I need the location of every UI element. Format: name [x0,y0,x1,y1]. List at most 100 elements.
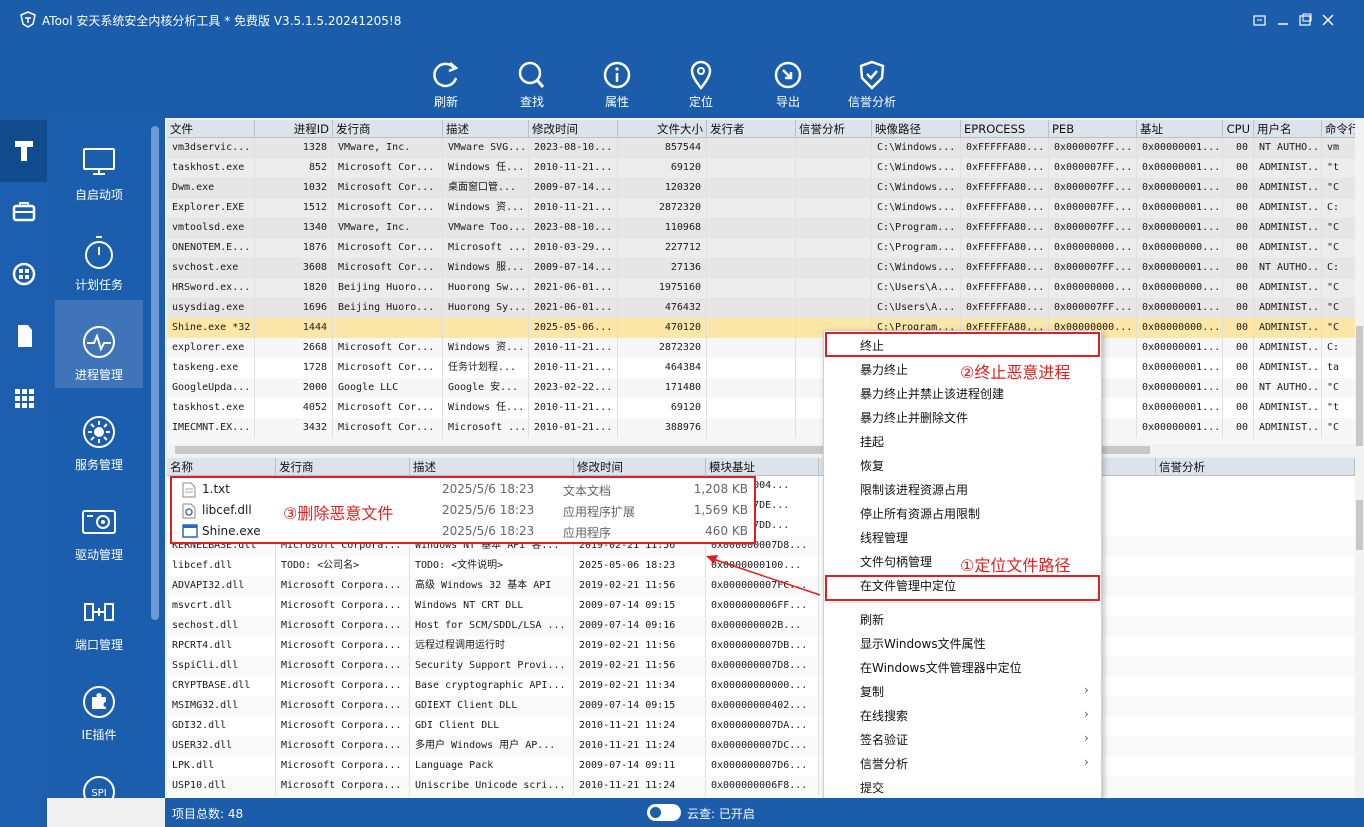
file-explorer-popup[interactable]: 1.txt 2025/5/6 18:23 文本文档 1,208 KB libcef.dl… [170,476,756,544]
document-icon[interactable] [9,322,39,350]
table-row[interactable]: vmtoolsd.exe 1340 VMware, Inc. VMware Too..… [167,218,1355,238]
table-row[interactable]: LPK.dll Microsoft Corpora... Language Pack… [167,756,1355,776]
column-header[interactable]: 名称 [167,458,276,476]
nav-ports[interactable]: 端口管理 [55,574,143,662]
table-row[interactable]: GDI32.dll Microsoft Corpora... GDI Client … [167,716,1355,736]
context-menu-item[interactable]: 线程管理 [860,529,908,546]
reputation-button[interactable]: 信誉分析 [837,60,907,110]
column-header[interactable]: 修改时间 [529,120,618,138]
process-hscroll[interactable] [167,444,1355,456]
column-header[interactable]: 发行商 [333,120,443,138]
vertical-scrollbar[interactable] [1355,120,1364,797]
column-header[interactable]: 进程ID [255,120,333,138]
nav-ie-plugins[interactable]: IE插件 [55,664,143,752]
table-row[interactable]: Dwm.exe 1032 Microsoft Cor... 桌面窗口管... 2009-… [167,178,1355,198]
nav-drivers[interactable]: 驱动管理 [55,484,143,572]
properties-button[interactable]: 属性 [582,60,652,110]
context-menu-item[interactable]: 暴力终止 [860,361,908,378]
file-row[interactable]: 1.txt 2025/5/6 18:23 文本文档 1,208 KB [172,479,754,500]
context-menu-item[interactable]: 在线搜索 [860,707,908,724]
table-row[interactable]: explorer.exe 2668 Microsoft Cor... Windows … [167,338,1355,358]
file-row[interactable]: Shine.exe 2025/5/6 18:23 应用程序 460 KB [172,521,754,542]
table-cell: NT AUTHO... [1254,378,1322,398]
context-menu-item[interactable]: 在Windows文件管理器中定位 [860,659,1022,676]
column-header[interactable]: 映像路径 [872,120,961,138]
table-cell: 0x000000006F8... [706,776,819,796]
column-header[interactable]: 发行商 [276,458,410,476]
context-menu-item[interactable]: 显示Windows文件属性 [860,635,986,652]
table-row[interactable]: CRYPTBASE.dll Microsoft Corpora... Base cr… [167,676,1355,696]
column-header[interactable]: CPU [1223,120,1254,138]
table-row[interactable]: USER32.dll Microsoft Corpora... 多用户 Window… [167,736,1355,756]
column-header[interactable]: 发行者 [707,120,796,138]
nav-services[interactable]: 服务管理 [55,394,143,482]
column-header[interactable]: 描述 [410,458,574,476]
table-row[interactable]: vm3dservic... 1328 VMware, Inc. VMware SVG.… [167,138,1355,158]
column-header[interactable]: 信誉分析 [1156,458,1355,476]
minimize-icon[interactable] [1275,12,1291,28]
export-button[interactable]: 导出 [753,60,823,110]
column-header[interactable]: 命令行 [1322,120,1355,138]
locate-button[interactable]: 定位 [666,60,736,110]
table-row[interactable]: Explorer.EXE 1512 Microsoft Cor... Windows … [167,198,1355,218]
column-header[interactable]: 用户名 [1254,120,1322,138]
hammer-icon[interactable] [9,136,39,164]
table-row[interactable]: RPCRT4.dll Microsoft Corpora... 远程过程调用运行时 2… [167,636,1355,656]
table-cell: libcef.dll [167,556,276,576]
context-menu-item[interactable]: 停止所有资源占用限制 [860,505,980,522]
column-header[interactable]: 文件大小 [618,120,707,138]
app-title: ATool 安天系统安全内核分析工具 * 免费版 V3.5.1.5.202412… [42,14,402,28]
table-row[interactable]: sechost.dll Microsoft Corpora... Host for … [167,616,1355,636]
table-row[interactable]: IMECMNT.EX... 3432 Microsoft Cor... Microso… [167,418,1355,438]
nav-process-manager[interactable]: 进程管理 [55,300,143,388]
process-table[interactable]: 文件 进程ID 发行商 描述 修改时间 文件大小 发行者 信誉分析 映像路径 EPROCESS PE… [167,120,1355,444]
table-row[interactable]: GoogleUpda... 2000 Google LLC Google 安... 20… [167,378,1355,398]
column-header[interactable]: 修改时间 [574,458,706,476]
file-row[interactable]: libcef.dll 2025/5/6 18:23 应用程序扩展 1,569 KB [172,500,754,521]
column-header[interactable]: 模块基址 [706,458,819,476]
maximize-icon[interactable] [1297,12,1313,28]
table-row[interactable]: MSIMG32.dll Microsoft Corpora... GDIEXT Cl… [167,696,1355,716]
windows-icon[interactable] [9,260,39,288]
column-header[interactable]: EPROCESS [961,120,1049,138]
sidebar-scrollbar[interactable] [151,126,159,620]
restore-window-icon[interactable] [1252,12,1268,28]
table-row[interactable]: SspiCli.dll Microsoft Corpora... Security … [167,656,1355,676]
table-row[interactable]: HRSword.ex... 1820 Beijing Huoro... Huorong… [167,278,1355,298]
cloud-toggle[interactable] [647,804,681,821]
context-menu-item[interactable]: 刷新 [860,611,884,628]
toolbox-icon[interactable] [9,198,39,226]
context-menu-item[interactable]: 信誉分析 [860,755,908,772]
table-cell: 0x00000001... [1137,418,1223,438]
column-header[interactable]: 文件 [167,120,255,138]
table-cell: ADMINIST... [1254,198,1322,218]
column-header[interactable]: 描述 [443,120,529,138]
search-button[interactable]: 查找 [497,60,567,110]
table-row[interactable]: usysdiag.exe 1696 Beijing Huoro... Huorong … [167,298,1355,318]
grid-icon[interactable] [9,384,39,412]
table-row[interactable]: taskhost.exe 852 Microsoft Cor... Windows 任… [167,158,1355,178]
table-row[interactable]: taskeng.exe 1728 Microsoft Cor... 任务计划程... 2… [167,358,1355,378]
refresh-button[interactable]: 刷新 [411,60,481,110]
context-menu-item[interactable]: 限制该进程资源占用 [860,481,968,498]
nav-autostart[interactable]: 自启动项 [55,124,143,212]
context-menu-item[interactable]: 暴力终止并删除文件 [860,409,968,426]
column-header[interactable]: 信誉分析 [796,120,872,138]
table-row[interactable]: USP10.dll Microsoft Corpora... Uniscribe U… [167,776,1355,796]
context-menu-item[interactable]: 暴力终止并禁止该进程创建 [860,385,1004,402]
context-menu-item[interactable]: 复制 [860,683,884,700]
nav-spi[interactable]: SPI [55,754,143,798]
context-menu-item[interactable]: 恢复 [860,457,884,474]
column-header[interactable]: 基址 [1137,120,1223,138]
table-row[interactable]: svchost.exe 3608 Microsoft Cor... Windows 服… [167,258,1355,278]
table-row[interactable]: Shine.exe *32 1444 2025-05-06... 470120 C:\P… [167,318,1355,338]
close-icon[interactable] [1320,12,1336,28]
column-header[interactable]: PEB [1049,120,1137,138]
nav-scheduled-tasks[interactable]: 计划任务 [55,214,143,302]
context-menu-item[interactable]: 提交 [860,779,884,796]
context-menu-item[interactable]: 签名验证 [860,731,908,748]
table-row[interactable]: ONENOTEM.E... 1876 Microsoft Cor... Microso… [167,238,1355,258]
table-row[interactable]: taskhost.exe 4052 Microsoft Cor... Windows … [167,398,1355,418]
context-menu-item[interactable]: 挂起 [860,433,884,450]
context-menu-item[interactable]: 文件句柄管理 [860,553,932,570]
